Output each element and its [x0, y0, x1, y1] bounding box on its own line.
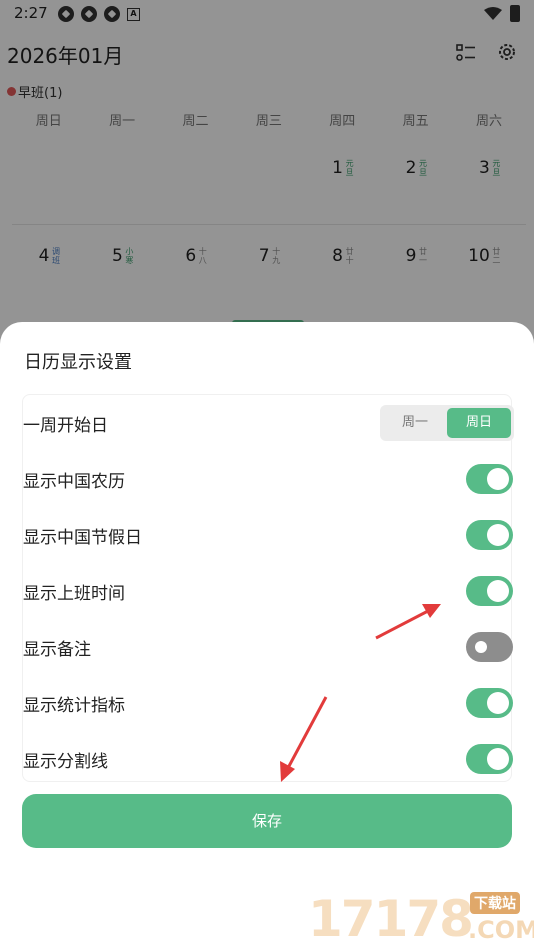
watermark-digits: 17178 [308, 890, 474, 948]
watermark-tag: 下载站 [470, 892, 520, 914]
annotation-arrows [280, 604, 441, 782]
watermark-logo: 17178 下载站 .COM [308, 886, 534, 950]
arrow-to-save-button [280, 696, 328, 782]
watermark-suffix: .COM [468, 916, 534, 944]
arrow-to-work-time-toggle [375, 604, 441, 640]
